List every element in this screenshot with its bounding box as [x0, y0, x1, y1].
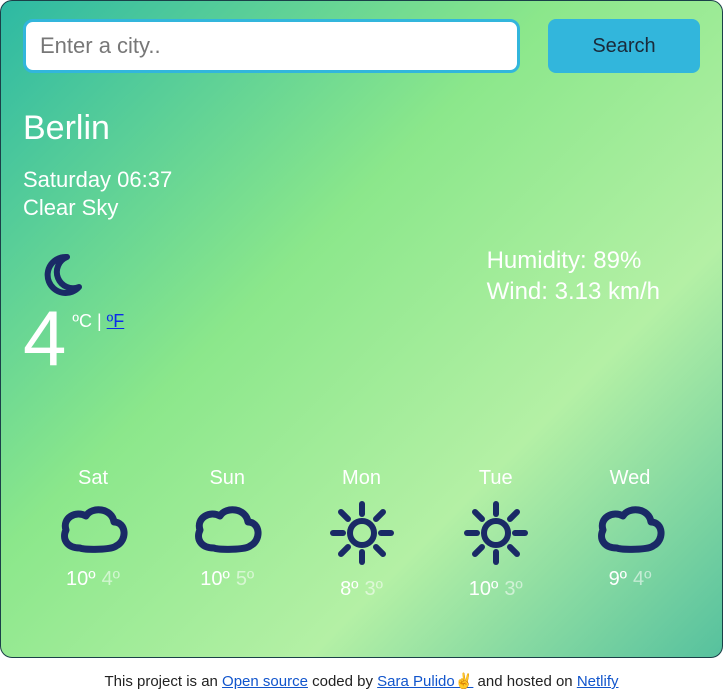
moon-icon	[37, 251, 124, 299]
humidity-value: 89%	[593, 247, 641, 274]
forecast-day: Sun 10º 5º	[167, 467, 287, 601]
forecast-day: Sat 10º 4º	[33, 467, 153, 601]
unit-separator: |	[92, 311, 107, 331]
sun-icon	[436, 498, 556, 568]
footer-credit: This project is an Open source coded by …	[0, 672, 723, 690]
search-row: Search	[23, 19, 700, 73]
wind-line: Wind: 3.13 km/h	[487, 276, 660, 307]
forecast-day-label: Tue	[436, 467, 556, 490]
forecast-hi: 10º	[66, 568, 96, 590]
forecast-lo: 5º	[236, 568, 254, 590]
current-stats: Humidity: 89% Wind: 3.13 km/h	[327, 245, 700, 307]
forecast-day: Wed 9º 4º	[570, 467, 690, 601]
forecast-lo: 4º	[102, 568, 120, 590]
host-link[interactable]: Netlify	[577, 673, 619, 690]
open-source-link[interactable]: Open source	[222, 673, 308, 690]
search-input[interactable]	[23, 19, 520, 73]
weather-condition: Clear Sky	[23, 194, 700, 222]
forecast-hi: 9º	[609, 568, 627, 590]
current-row: 4 ºC | ºF Humidity: 89% Wind: 3.13 km/h	[23, 237, 700, 371]
forecast-day-label: Sun	[167, 467, 287, 490]
forecast-day-label: Wed	[570, 467, 690, 490]
forecast-temps: 10º 5º	[167, 568, 287, 591]
date-time: Saturday 06:37	[23, 166, 700, 194]
forecast-temps: 8º 3º	[302, 578, 422, 601]
temperature-value: 4	[23, 305, 66, 371]
humidity-label: Humidity:	[487, 247, 594, 274]
forecast-day-label: Sat	[33, 467, 153, 490]
forecast-lo: 3º	[504, 578, 522, 600]
author-link[interactable]: Sara Pulido✌️	[377, 673, 473, 690]
fahrenheit-link[interactable]: ºF	[107, 311, 125, 331]
wind-value: 3.13 km/h	[555, 278, 660, 305]
forecast-day-label: Mon	[302, 467, 422, 490]
footer-coded-by: coded by	[308, 673, 377, 690]
humidity-line: Humidity: 89%	[487, 245, 660, 276]
weather-card: Search Berlin Saturday 06:37 Clear Sky 4…	[0, 0, 723, 658]
footer-prefix: This project is an	[105, 673, 223, 690]
temperature-row: 4 ºC | ºF	[23, 305, 124, 371]
forecast-temps: 10º3º	[436, 578, 556, 601]
cloud-icon	[167, 498, 287, 558]
search-button[interactable]: Search	[548, 19, 700, 73]
unit-toggle: ºC | ºF	[72, 311, 124, 332]
celsius-label: ºC	[72, 311, 92, 331]
forecast-day: Tue 10º3º	[436, 467, 556, 601]
forecast-lo: 3º	[365, 578, 383, 600]
current-left: 4 ºC | ºF	[23, 237, 124, 371]
forecast-hi: 8º	[340, 578, 358, 600]
cloud-icon	[33, 498, 153, 558]
wind-label: Wind:	[487, 278, 555, 305]
forecast-temps: 10º 4º	[33, 568, 153, 591]
forecast-temps: 9º 4º	[570, 568, 690, 591]
forecast-day: Mon 8º 3º	[302, 467, 422, 601]
city-name: Berlin	[23, 109, 700, 148]
cloud-icon	[570, 498, 690, 558]
forecast-row: Sat 10º 4º Sun 10º 5º Mon	[23, 467, 700, 601]
sun-icon	[302, 498, 422, 568]
forecast-lo: 4º	[633, 568, 651, 590]
forecast-hi: 10º	[200, 568, 230, 590]
forecast-hi: 10º	[469, 578, 499, 600]
footer-hosted: and hosted on	[473, 673, 576, 690]
